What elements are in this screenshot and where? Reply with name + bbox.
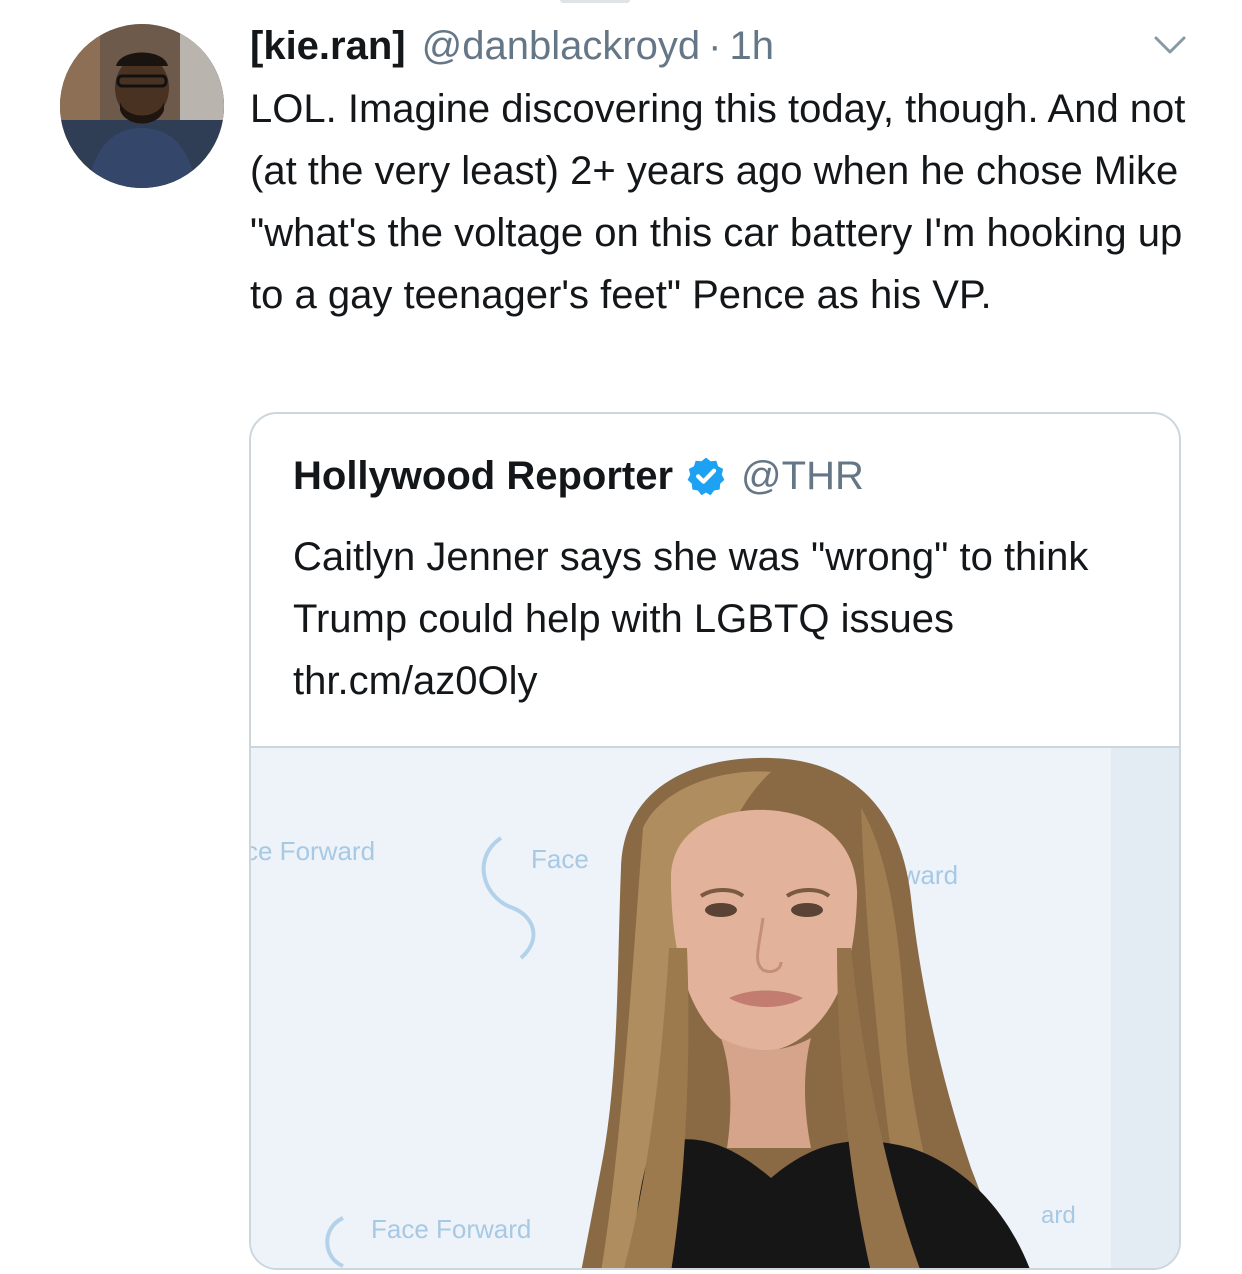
backdrop-text-5: ard: [1041, 1202, 1076, 1229]
tweet-timestamp[interactable]: 1h: [729, 18, 774, 74]
separator-dot: ·: [708, 24, 722, 68]
author-display-name[interactable]: [kie.ran]: [250, 18, 406, 74]
avatar-photo: [60, 24, 224, 188]
tweet-header: [kie.ran] @danblackroyd · 1h: [250, 18, 774, 74]
author-handle[interactable]: @danblackroyd: [422, 18, 701, 74]
quoted-tweet-text: Caitlyn Jenner says she was "wrong" to t…: [293, 535, 1089, 703]
chevron-down-icon[interactable]: [1150, 30, 1190, 60]
verified-badge-icon: [685, 455, 727, 497]
backdrop-text-2: Face: [531, 844, 589, 874]
quoted-tweet-header: Hollywood Reporter @THR: [293, 448, 864, 504]
quoted-tweet-image[interactable]: ce Forward Face e Forward Face Forward a…: [251, 746, 1179, 1268]
quoted-tweet-card[interactable]: Hollywood Reporter @THR Caitlyn Jenner s…: [249, 412, 1181, 1270]
quoted-author-display-name[interactable]: Hollywood Reporter: [293, 454, 673, 499]
tweet-text: LOL. Imagine discovering this today, tho…: [250, 87, 1186, 317]
backdrop-text-4: Face Forward: [371, 1214, 531, 1244]
quoted-author-handle[interactable]: @THR: [741, 454, 864, 499]
pull-indicator: [560, 0, 630, 3]
backdrop-text-1: ce Forward: [251, 836, 375, 866]
avatar[interactable]: [60, 24, 224, 188]
